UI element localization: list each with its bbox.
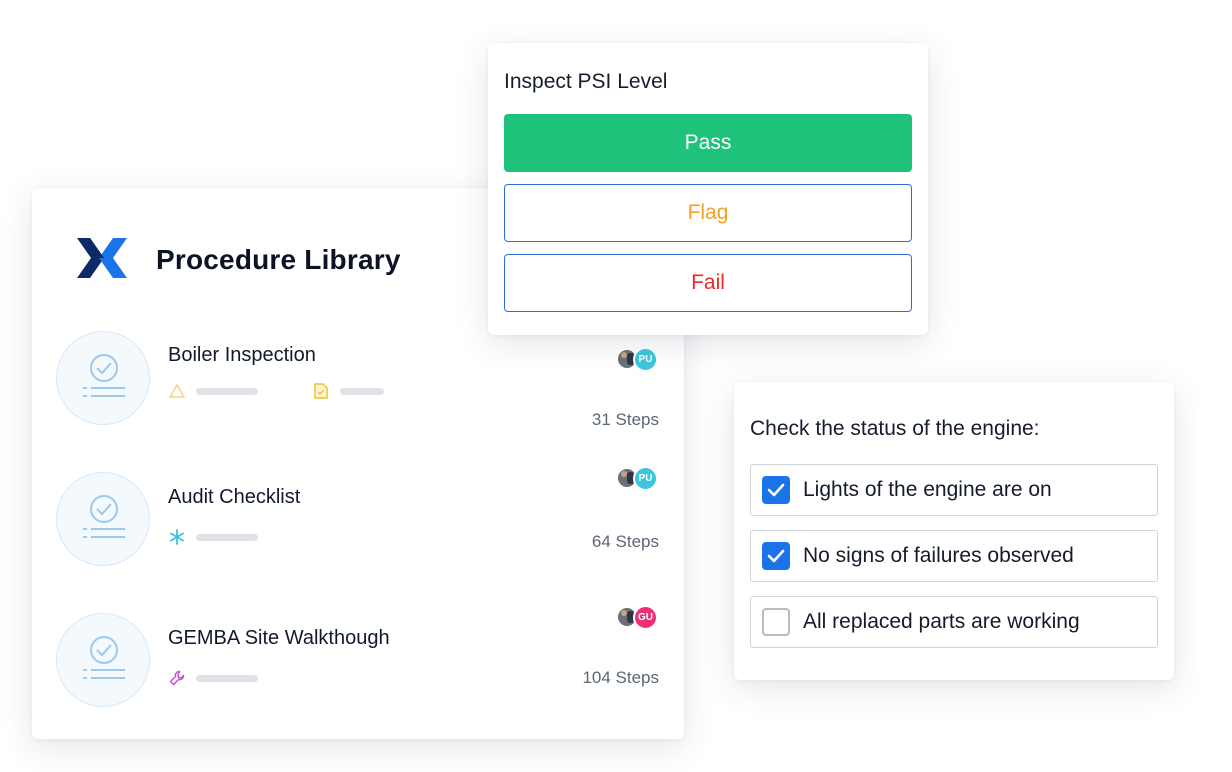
checkbox-label: No signs of failures observed: [803, 544, 1074, 567]
checkbox-lights-on[interactable]: Lights of the engine are on: [750, 464, 1158, 516]
procedure-checklist-icon: [56, 472, 150, 566]
procedure-name: Audit Checklist: [168, 486, 301, 508]
procedure-item-gemba-site-walkthough[interactable]: GEMBA Site Walkthough GU 104 Steps: [32, 605, 684, 721]
checkbox-label: All replaced parts are working: [803, 610, 1080, 633]
procedure-step-count: 64 Steps: [591, 532, 659, 551]
procedure-item-boiler-inspection[interactable]: Boiler Inspection PU 31 Steps: [32, 328, 684, 438]
placeholder-bar: [340, 387, 384, 395]
brand-logo: [77, 238, 127, 278]
avatar-initials: PU: [633, 466, 658, 491]
psi-question: Inspect PSI Level: [504, 70, 668, 93]
inspect-psi-card: Inspect PSI Level Pass Flag Fail: [488, 43, 928, 335]
checkbox-unchecked-icon[interactable]: [762, 608, 790, 636]
procedure-meta: [168, 668, 258, 688]
wrench-icon: [168, 669, 186, 687]
checkbox-checked-icon[interactable]: [762, 476, 790, 504]
pass-button[interactable]: Pass: [504, 114, 912, 172]
procedure-meta: [168, 527, 258, 547]
checkbox-no-failures[interactable]: No signs of failures observed: [750, 530, 1158, 582]
checkbox-parts-working[interactable]: All replaced parts are working: [750, 596, 1158, 648]
assignee-avatars[interactable]: PU: [616, 347, 660, 372]
snowflake-icon: [168, 528, 186, 546]
flag-button[interactable]: Flag: [504, 184, 912, 242]
procedure-name: GEMBA Site Walkthough: [168, 627, 390, 649]
assignee-avatars[interactable]: PU: [616, 466, 660, 491]
placeholder-bar: [196, 387, 258, 395]
engine-status-card: Check the status of the engine: Lights o…: [734, 382, 1174, 680]
library-title: Procedure Library: [156, 244, 401, 275]
procedure-checklist-icon: [56, 331, 150, 425]
procedure-meta: [168, 381, 384, 401]
avatar-initials: GU: [633, 605, 658, 630]
engine-question: Check the status of the engine:: [750, 417, 1040, 440]
document-check-icon: [312, 382, 330, 400]
procedure-name: Boiler Inspection: [168, 344, 316, 366]
checkbox-label: Lights of the engine are on: [803, 478, 1052, 501]
assignee-avatars[interactable]: GU: [616, 605, 660, 630]
checkbox-checked-icon[interactable]: [762, 542, 790, 570]
procedure-step-count: 104 Steps: [582, 668, 659, 687]
placeholder-bar: [196, 533, 258, 541]
fail-button[interactable]: Fail: [504, 254, 912, 312]
procedure-item-audit-checklist[interactable]: Audit Checklist PU 64 Steps: [32, 466, 684, 580]
warning-triangle-icon: [168, 382, 186, 400]
avatar-initials: PU: [633, 347, 658, 372]
procedure-checklist-icon: [56, 613, 150, 707]
procedure-step-count: 31 Steps: [591, 410, 659, 429]
placeholder-bar: [196, 674, 258, 682]
